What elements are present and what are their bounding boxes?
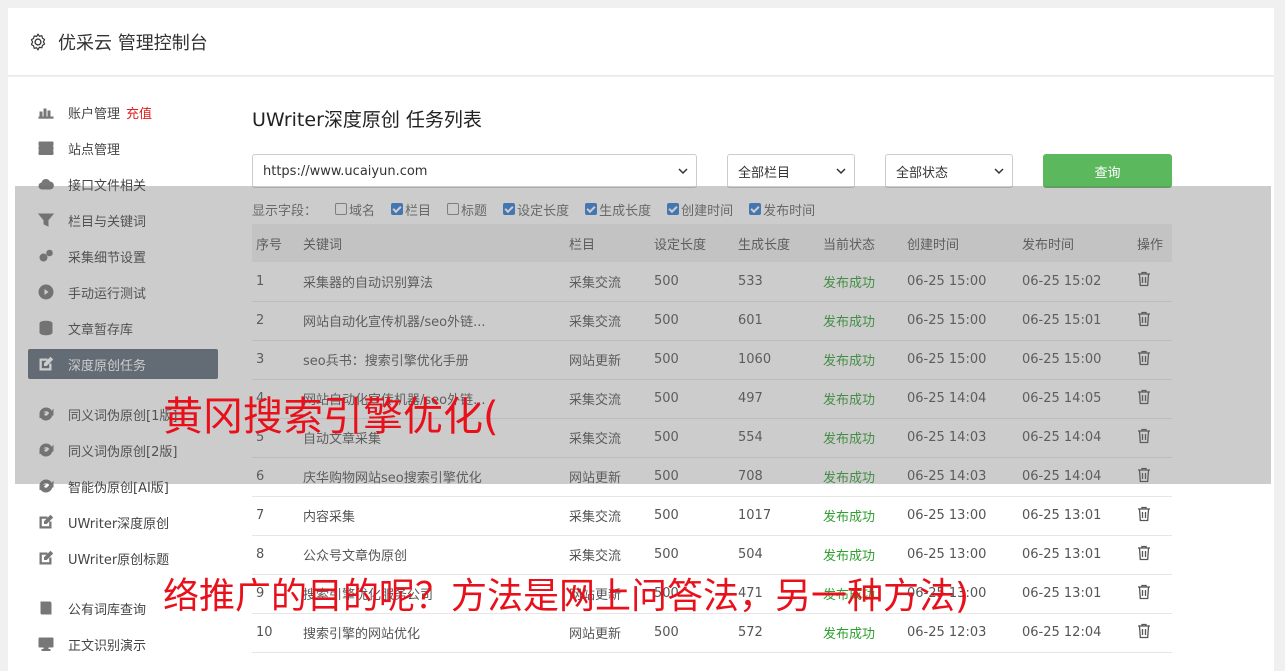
- sidebar-item-12[interactable]: UWriter深度原创: [28, 507, 218, 537]
- trash-icon: [1138, 545, 1150, 560]
- server-icon: [38, 140, 54, 156]
- column-select-value: 全部栏目: [738, 165, 791, 181]
- delete-button[interactable]: [1133, 496, 1172, 535]
- sidebar-item-label: 公有词库查询: [68, 602, 147, 618]
- chevron-down-icon: [678, 168, 688, 175]
- column-select[interactable]: 全部栏目: [727, 154, 855, 188]
- sidebar-item-label: UWriter原创标题: [68, 552, 170, 568]
- edit-icon: [38, 514, 54, 530]
- table-cell: 内容采集: [303, 510, 356, 525]
- sidebar-item-label: UWriter深度原创: [68, 516, 170, 532]
- console-title: 优采云 管理控制台: [58, 32, 208, 54]
- sidebar-item-15[interactable]: 正文识别演示: [28, 629, 218, 659]
- table-row: 7 内容采集 采集交流 500 1017 发布成功 06-25 13:00 06-25 13:…: [252, 496, 1172, 535]
- bar-chart-icon: [38, 104, 54, 120]
- sidebar-item-label: 站点管理: [68, 142, 121, 158]
- delete-button[interactable]: [1133, 574, 1172, 613]
- watermark-line-2: 络推广的目的呢？方法是网上问答法，另一种方法): [163, 576, 970, 617]
- query-button[interactable]: 查询: [1043, 154, 1172, 188]
- trash-icon: [1138, 623, 1150, 638]
- status-select-value: 全部状态: [896, 165, 949, 181]
- table-cell: 06-25 13:01: [1022, 547, 1102, 562]
- table-cell: 06-25 13:00: [907, 508, 987, 523]
- book-icon: [38, 600, 54, 616]
- table-cell: 06-25 13:01: [1022, 586, 1102, 601]
- site-select-value: https://www.ucaiyun.com: [263, 163, 428, 179]
- filter-bar: https://www.ucaiyun.com 全部栏目 全部状态 查询: [252, 154, 1172, 188]
- sidebar-item-label: 账户管理: [68, 106, 121, 122]
- edit-icon: [38, 550, 54, 566]
- recharge-link[interactable]: 充值: [126, 103, 152, 122]
- table-cell: 7: [256, 508, 265, 523]
- table-cell: 采集交流: [569, 510, 622, 525]
- trash-icon: [1138, 506, 1150, 521]
- chevron-down-icon: [994, 168, 1004, 175]
- delete-button[interactable]: [1133, 535, 1172, 574]
- sidebar-item-1[interactable]: 账户管理 充值: [28, 97, 218, 127]
- monitor-icon: [38, 636, 54, 652]
- status-select[interactable]: 全部状态: [885, 154, 1013, 188]
- chevron-down-icon: [836, 168, 846, 175]
- table-cell: 06-25 13:01: [1022, 508, 1102, 523]
- table-cell: 发布成功: [823, 510, 876, 525]
- trash-icon: [1138, 584, 1150, 599]
- watermark-line-1: 黄冈搜索引擎优化(: [163, 394, 499, 440]
- table-cell: 500: [654, 508, 679, 523]
- gear-icon: [30, 33, 46, 51]
- table-cell: 1017: [738, 508, 772, 523]
- top-header: 优采云 管理控制台: [8, 8, 1274, 76]
- sidebar-item-2[interactable]: 站点管理: [28, 133, 218, 163]
- table-cell: 06-25 12:04: [1022, 625, 1102, 640]
- delete-button[interactable]: [1133, 613, 1172, 652]
- sidebar-item-label: 正文识别演示: [68, 638, 147, 654]
- site-select[interactable]: https://www.ucaiyun.com: [252, 154, 697, 188]
- page-title: UWriter深度原创 任务列表: [252, 109, 482, 131]
